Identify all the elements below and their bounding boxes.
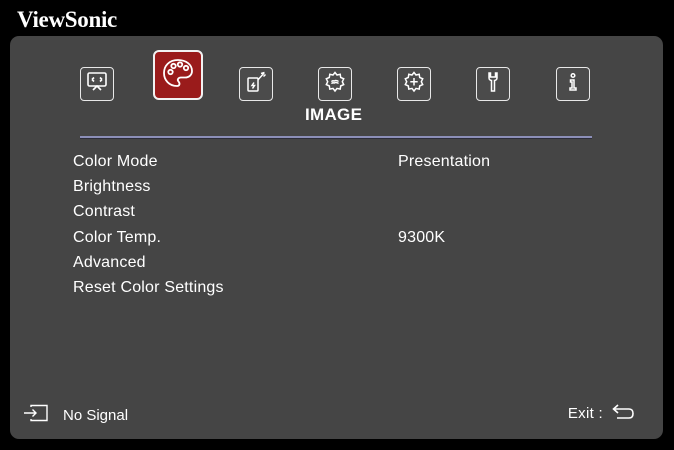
no-signal-text: No Signal <box>63 407 129 424</box>
tab-information[interactable] <box>556 67 590 101</box>
tab-advanced-settings[interactable] <box>397 67 431 101</box>
menu-item-advanced[interactable]: Advanced <box>73 254 633 279</box>
menu-item-label: Advanced <box>73 253 146 271</box>
menu-item-label: Color Temp. <box>73 228 162 246</box>
menu-item-value: Presentation <box>398 153 491 170</box>
section-title: IMAGE <box>305 105 363 124</box>
osd-menu-panel: IMAGE Color Mode Presentation Brightness… <box>10 36 663 439</box>
menu-item-reset-color-settings[interactable]: Reset Color Settings <box>73 279 633 304</box>
brand-logo: ViewSonic <box>17 7 117 32</box>
tab-system[interactable] <box>476 67 510 101</box>
return-icon <box>603 402 635 425</box>
menu-item-brightness[interactable]: Brightness <box>73 178 633 203</box>
info-icon <box>561 70 585 99</box>
menu-item-value: 9300K <box>398 228 446 246</box>
source-status: No Signal <box>23 404 128 427</box>
power-plug-icon <box>244 70 268 99</box>
tab-power[interactable] <box>239 67 273 101</box>
tab-display[interactable] <box>80 67 114 101</box>
menu-item-label: Reset Color Settings <box>73 278 224 296</box>
menu-item-label: Brightness <box>73 178 151 196</box>
tab-image[interactable] <box>153 50 203 100</box>
menu-item-color-temp[interactable]: Color Temp. 9300K <box>73 229 633 254</box>
wrench-icon <box>481 70 505 99</box>
menu-item-color-mode[interactable]: Color Mode Presentation <box>73 153 633 178</box>
menu-item-label: Color Mode <box>73 153 158 170</box>
display-icon <box>85 70 109 99</box>
menu-list: Color Mode Presentation Brightness Contr… <box>73 153 633 304</box>
tab-basic-settings[interactable] <box>318 67 352 101</box>
exit-hint[interactable]: Exit : <box>568 402 635 425</box>
menu-item-label: Contrast <box>73 203 136 221</box>
gear-icon <box>323 70 347 99</box>
gear-plus-icon <box>402 70 426 99</box>
exit-label: Exit : <box>567 405 603 422</box>
divider-shadow <box>80 138 592 139</box>
palette-icon <box>160 55 196 96</box>
menu-item-contrast[interactable]: Contrast <box>73 203 633 228</box>
input-source-icon <box>23 404 49 427</box>
